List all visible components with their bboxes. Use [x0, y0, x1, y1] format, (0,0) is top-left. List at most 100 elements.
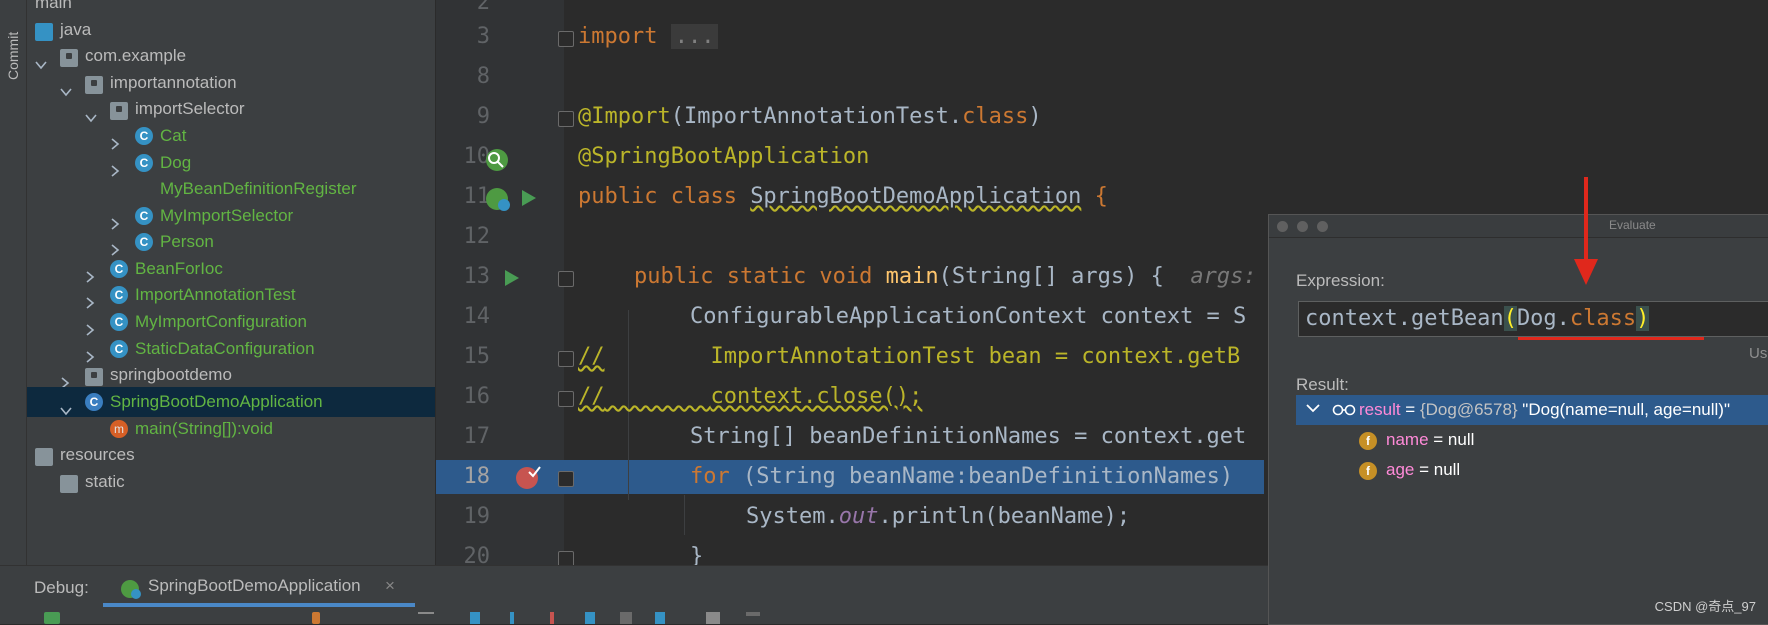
- use-hint-label[interactable]: Us: [1749, 345, 1767, 362]
- result-eq: =: [1400, 400, 1420, 419]
- evaluate-title: Evaluate: [1609, 218, 1656, 232]
- code-line-11[interactable]: public class SpringBootDemoApplication {: [578, 184, 1108, 209]
- code-line-14[interactable]: ConfigurableApplicationContext context =…: [690, 304, 1246, 329]
- code-line-3[interactable]: import ...: [578, 24, 719, 49]
- line-number: 11: [463, 184, 491, 209]
- code-line-19[interactable]: System.out.println(beanName);: [746, 504, 1130, 529]
- chevron-right-icon[interactable]: [85, 289, 95, 309]
- tree-row-static[interactable]: static: [27, 467, 435, 497]
- active-tab-indicator: [103, 603, 415, 607]
- drop-frame-icon[interactable]: [620, 612, 632, 624]
- fold-toggle-icon[interactable]: [558, 391, 574, 407]
- chevron-right-icon[interactable]: [85, 263, 95, 283]
- chevron-down-icon[interactable]: [1306, 401, 1320, 419]
- fold-toggle-icon[interactable]: [558, 31, 574, 47]
- line-number: 3: [476, 24, 490, 49]
- chevron-right-icon[interactable]: [60, 369, 70, 389]
- tree-row-resources[interactable]: resources: [27, 440, 435, 470]
- code-token: context.close();: [710, 384, 923, 409]
- line-number: 10: [463, 144, 491, 169]
- chevron-right-icon[interactable]: [85, 316, 95, 336]
- fold-toggle-icon[interactable]: [558, 351, 574, 367]
- tree-row-importselector[interactable]: importSelector: [27, 94, 435, 124]
- result-row[interactable]: result = {Dog@6578} "Dog(name=null, age=…: [1296, 395, 1768, 425]
- evaluate-titlebar[interactable]: Evaluate: [1269, 215, 1768, 238]
- tree-row-mybeandefinitionregister[interactable]: MyBeanDefinitionRegister: [27, 174, 435, 204]
- class-icon: C: [110, 313, 128, 331]
- watermark: CSDN @奇点_97: [1654, 599, 1756, 614]
- chevron-right-icon[interactable]: [110, 236, 120, 256]
- chevron-down-icon[interactable]: [35, 50, 47, 70]
- run-main-icon[interactable]: [503, 268, 521, 293]
- code-line-15[interactable]: // ImportAnnotationTest bean = context.g…: [578, 344, 1240, 369]
- code-token: (ImportAnnotationTest.: [670, 104, 963, 129]
- commit-tool-button[interactable]: Commit: [2, 14, 24, 94]
- resources-folder-icon: [35, 448, 53, 466]
- rerun-icon[interactable]: [44, 612, 60, 624]
- method-icon: m: [110, 420, 128, 438]
- fold-toggle-icon[interactable]: [558, 111, 574, 127]
- chevron-right-icon[interactable]: [110, 130, 120, 150]
- window-close-button[interactable]: [1277, 221, 1288, 232]
- code-token: ImportAnnotationTest bean = context.getB: [710, 344, 1241, 369]
- tree-row-myimportconfiguration[interactable]: C MyImportConfiguration: [27, 307, 435, 337]
- chevron-right-icon[interactable]: [110, 210, 120, 230]
- spring-boot-app-icon[interactable]: [484, 186, 512, 219]
- step-out-icon[interactable]: [585, 612, 595, 624]
- code-line-10[interactable]: @SpringBootApplication: [578, 144, 869, 169]
- class-icon: C: [110, 286, 128, 304]
- tree-label: MyBeanDefinitionRegister: [160, 179, 357, 198]
- run-icon[interactable]: [520, 188, 538, 213]
- chevron-down-icon[interactable]: [60, 77, 72, 97]
- code-line-17[interactable]: String[] beanDefinitionNames = context.g…: [690, 424, 1246, 449]
- result-value: result = {Dog@6578} "Dog(name=null, age=…: [1359, 400, 1730, 420]
- line-number: 13: [463, 264, 491, 289]
- spring-bean-icon[interactable]: [484, 147, 510, 178]
- tree-row-springbootdemo[interactable]: springbootdemo: [27, 360, 435, 390]
- code-token: //: [578, 344, 605, 369]
- settings-icon[interactable]: [746, 612, 760, 616]
- code-line-16[interactable]: // context.close();: [578, 384, 922, 409]
- chevron-down-icon[interactable]: [85, 103, 97, 123]
- watch-glasses-icon: [1332, 402, 1356, 423]
- stop-icon[interactable]: [312, 612, 320, 624]
- force-step-into-icon[interactable]: [550, 612, 554, 624]
- debug-tab-title[interactable]: SpringBootDemoApplication: [148, 576, 361, 596]
- step-into-icon[interactable]: [510, 612, 514, 624]
- window-minimize-button[interactable]: [1297, 221, 1308, 232]
- code-token: main: [885, 264, 939, 289]
- step-over-icon[interactable]: [470, 612, 480, 624]
- window-zoom-button[interactable]: [1317, 221, 1328, 232]
- tree-row-person[interactable]: C Person: [27, 227, 435, 257]
- code-line-18[interactable]: for (String beanName:beanDefinitionNames…: [690, 464, 1233, 489]
- field-row-age[interactable]: age = null: [1386, 460, 1460, 480]
- expression-label: Expression:: [1296, 271, 1385, 290]
- line-number: 12: [463, 224, 491, 249]
- run-to-cursor-icon[interactable]: [655, 612, 665, 624]
- code-line-9[interactable]: @Import(ImportAnnotationTest.class): [578, 104, 1042, 129]
- tree-row-cat[interactable]: C Cat: [27, 121, 435, 151]
- chevron-right-icon[interactable]: [110, 157, 120, 177]
- result-label: Result:: [1296, 375, 1349, 394]
- code-token: class: [962, 104, 1029, 129]
- evaluate-expression-icon[interactable]: [706, 612, 720, 624]
- evaluate-dialog[interactable]: Evaluate Expression: context.getBean(Dog…: [1268, 214, 1768, 625]
- breakpoint-icon[interactable]: [515, 464, 543, 497]
- tree-row-com-example[interactable]: com.example: [27, 41, 435, 71]
- code-line-13[interactable]: public static void main(String[] args) {…: [634, 264, 1257, 289]
- tree-row-importannotationtest[interactable]: C ImportAnnotationTest: [27, 280, 435, 310]
- expr-token: ): [1636, 306, 1650, 331]
- field-row-name[interactable]: name = null: [1386, 430, 1474, 450]
- tree-row-springbootdemoapplication[interactable]: C SpringBootDemoApplication: [27, 387, 435, 417]
- expression-input[interactable]: context.getBean(Dog.class): [1298, 301, 1768, 337]
- fold-toggle-icon[interactable]: [558, 271, 574, 287]
- line-number: 2: [476, 0, 490, 15]
- chevron-down-icon[interactable]: [60, 396, 72, 416]
- folded-region[interactable]: ...: [670, 24, 719, 49]
- fold-toggle-icon[interactable]: [558, 471, 574, 487]
- menu-icon[interactable]: [418, 612, 434, 614]
- chevron-right-icon[interactable]: [85, 343, 95, 363]
- tree-label: SpringBootDemoApplication: [110, 392, 323, 411]
- close-tab-button[interactable]: ×: [385, 576, 395, 596]
- project-tree[interactable]: main java com.example importannotation i…: [27, 0, 435, 565]
